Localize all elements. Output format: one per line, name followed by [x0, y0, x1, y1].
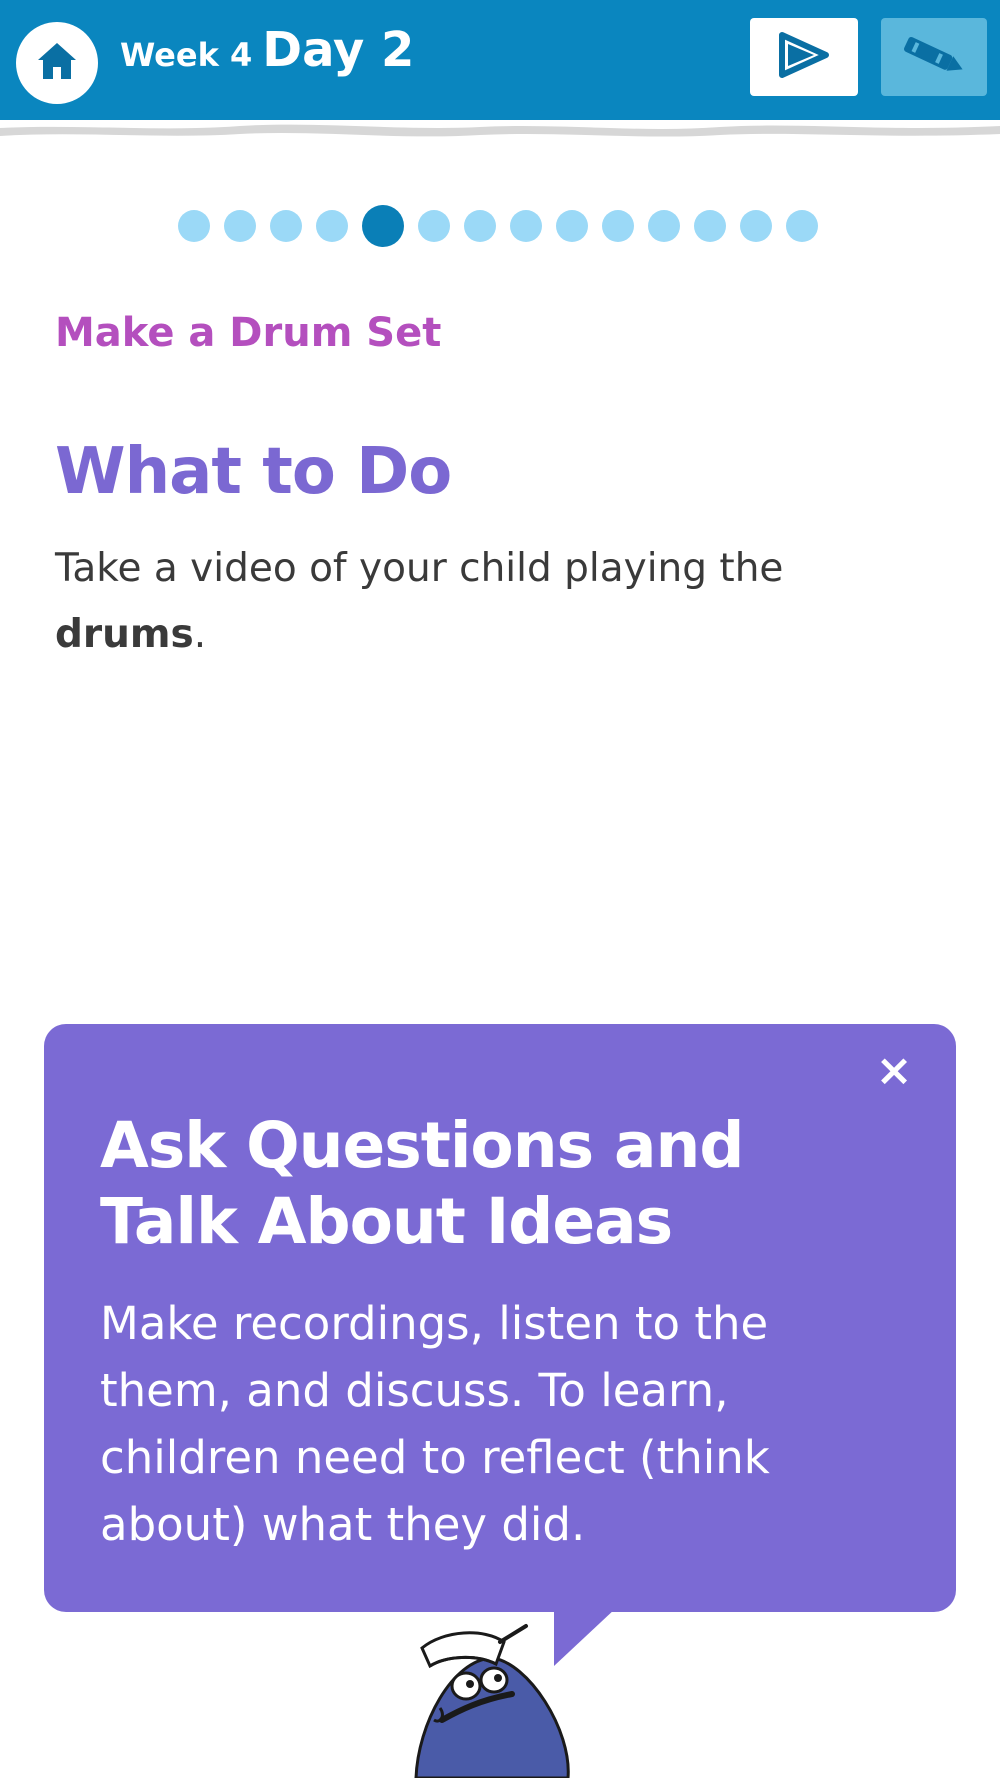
play-button[interactable] [750, 18, 858, 96]
progress-dot[interactable] [786, 210, 818, 242]
section-heading: What to Do [55, 435, 452, 509]
lesson-title: Week 4 Day 2 [120, 22, 414, 92]
home-icon [34, 38, 80, 88]
progress-dot[interactable] [510, 210, 542, 242]
play-icon [776, 31, 832, 83]
progress-dots-row [171, 205, 825, 247]
progress-dot[interactable] [316, 210, 348, 242]
home-button[interactable] [16, 22, 98, 104]
progress-dot[interactable] [224, 210, 256, 242]
tip-title: Ask Questions and Talk About Ideas [100, 1109, 744, 1258]
activity-title: Make a Drum Set [55, 310, 442, 356]
progress-dot[interactable] [556, 210, 588, 242]
progress-dot-active[interactable] [362, 205, 404, 247]
instruction-bold-word: drums [55, 612, 194, 657]
progress-dot[interactable] [270, 210, 302, 242]
instruction-prefix: Take a video of your child playing the [55, 546, 784, 591]
progress-dot[interactable] [464, 210, 496, 242]
instruction-text: Take a video of your child playing the d… [55, 536, 915, 668]
progress-dot[interactable] [648, 210, 680, 242]
progress-dot[interactable] [178, 210, 210, 242]
blue-drop-character-icon [414, 1624, 570, 1778]
crayon-icon [894, 30, 974, 84]
progress-dots [0, 204, 1000, 248]
close-tip-button[interactable]: × [872, 1045, 916, 1096]
progress-dot[interactable] [418, 210, 450, 242]
progress-dot[interactable] [740, 210, 772, 242]
day-label: Day 2 [262, 22, 415, 78]
progress-dot[interactable] [694, 210, 726, 242]
week-label: Week 4 [120, 36, 253, 74]
instruction-suffix: . [193, 612, 207, 657]
tip-body: Make recordings, listen to the them, and… [100, 1297, 770, 1551]
activity-tools-button[interactable] [881, 18, 987, 96]
torn-paper-edge [0, 104, 1000, 137]
progress-dot[interactable] [602, 210, 634, 242]
